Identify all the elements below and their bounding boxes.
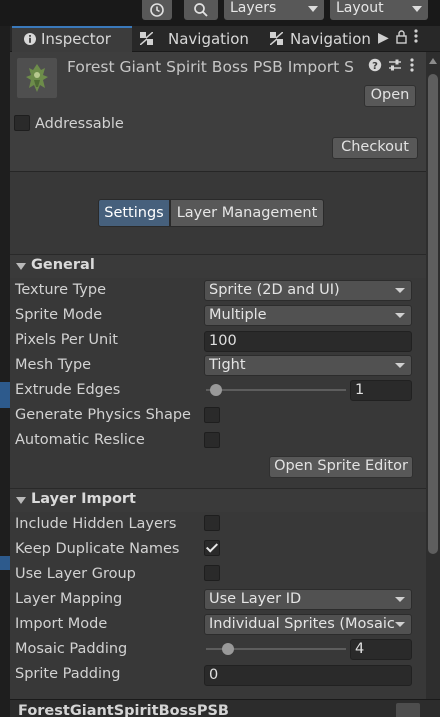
tab-navigation[interactable]: Navigation — [138, 26, 258, 52]
layer-mapping-value: Use Layer ID — [209, 591, 302, 607]
scrollbar-thumb[interactable] — [428, 74, 438, 554]
sprite-padding-label: Sprite Padding — [15, 666, 121, 682]
addressable-checkbox[interactable] — [14, 115, 30, 131]
chevron-down-icon — [395, 363, 405, 368]
general-section-header[interactable]: General — [10, 254, 426, 278]
tab-inspector-label: Inspector — [41, 30, 111, 48]
preview-asset-name: ForestGiantSpiritBossPSB — [18, 703, 229, 717]
scroll-up-arrow-icon[interactable] — [429, 58, 437, 64]
preset-sliders-icon[interactable] — [388, 58, 402, 76]
asset-thumbnail — [17, 58, 57, 98]
sprite-mode-dropdown[interactable]: Multiple — [204, 305, 412, 326]
extrude-edges-field[interactable]: 1 — [350, 380, 412, 401]
sprite-mode-label: Sprite Mode — [15, 307, 103, 323]
chevron-down-icon — [308, 6, 318, 12]
use-layer-group-label: Use Layer Group — [15, 566, 136, 582]
import-mode-label: Import Mode — [15, 616, 108, 632]
keep-duplicate-label: Keep Duplicate Names — [15, 541, 180, 557]
automatic-reslice-label: Automatic Reslice — [15, 432, 145, 448]
asset-title: Forest Giant Spirit Boss PSB Import S — [67, 58, 354, 76]
layers-label: Layers — [230, 0, 277, 16]
tab-layer-management[interactable]: Layer Management — [170, 199, 324, 227]
history-icon — [150, 3, 164, 17]
help-icon[interactable]: ? — [368, 58, 382, 76]
chevron-down-icon — [412, 6, 422, 12]
preview-bar[interactable]: ForestGiantSpiritBossPSB — [10, 699, 440, 717]
sprite-padding-field[interactable]: 0 — [204, 665, 412, 686]
foldout-arrow-icon — [16, 263, 26, 270]
tab-navigation-label: Navigation — [168, 30, 249, 48]
top-toolbar: Layers Layout — [0, 0, 440, 26]
mesh-type-label: Mesh Type — [15, 357, 92, 373]
mosaic-padding-slider-handle[interactable] — [222, 643, 234, 655]
preview-action-icon[interactable] — [396, 703, 420, 717]
general-title: General — [31, 257, 95, 273]
chevron-down-icon — [395, 313, 405, 318]
navigation-icon — [270, 32, 283, 45]
inspector-header: Forest Giant Spirit Boss PSB Import S ? — [10, 52, 426, 172]
forest-giant-icon — [26, 64, 48, 92]
tab-scroll-right-icon[interactable]: ▶ — [378, 26, 389, 50]
chevron-down-icon — [395, 622, 405, 627]
svg-text:?: ? — [372, 61, 378, 72]
addressable-label: Addressable — [35, 116, 124, 132]
extrude-edges-slider[interactable] — [206, 389, 346, 391]
layout-dropdown[interactable]: Layout — [330, 0, 428, 20]
mosaic-padding-label: Mosaic Padding — [15, 641, 128, 657]
tab-navigation-2[interactable]: Navigation — [268, 26, 376, 52]
inspector-scrollbar[interactable] — [426, 52, 440, 699]
inspector-panel: Forest Giant Spirit Boss PSB Import S ? — [10, 52, 426, 699]
kebab-menu-icon[interactable] — [410, 58, 414, 76]
navigation-icon — [140, 32, 153, 45]
mesh-type-dropdown[interactable]: Tight — [204, 355, 412, 376]
checkout-button[interactable]: Checkout — [332, 137, 418, 159]
generate-physics-label: Generate Physics Shape — [15, 407, 191, 423]
info-icon — [24, 33, 36, 45]
sprite-mode-value: Multiple — [209, 307, 267, 323]
pixels-per-unit-field[interactable]: 100 — [204, 331, 412, 352]
layer-mapping-label: Layer Mapping — [15, 591, 123, 607]
tab-bar: Inspector Navigation Navigation ▶ — [10, 26, 440, 52]
open-button[interactable]: Open — [364, 85, 416, 107]
automatic-reslice-checkbox[interactable] — [204, 432, 220, 448]
tab-inspector[interactable]: Inspector — [12, 26, 132, 52]
pixels-per-unit-label: Pixels Per Unit — [15, 332, 118, 348]
lock-icon[interactable] — [396, 28, 407, 52]
use-layer-group-checkbox[interactable] — [204, 565, 220, 581]
layer-import-title: Layer Import — [31, 491, 136, 507]
chevron-down-icon — [395, 597, 405, 602]
layers-dropdown[interactable]: Layers — [224, 0, 324, 20]
texture-type-dropdown[interactable]: Sprite (2D and UI) — [204, 280, 412, 301]
search-icon — [194, 3, 208, 17]
generate-physics-checkbox[interactable] — [204, 407, 220, 423]
mosaic-padding-field[interactable]: 4 — [350, 639, 412, 660]
texture-type-label: Texture Type — [15, 282, 106, 298]
include-hidden-checkbox[interactable] — [204, 515, 220, 531]
tab-settings[interactable]: Settings — [98, 199, 170, 227]
layer-mapping-dropdown[interactable]: Use Layer ID — [204, 589, 412, 610]
import-mode-value: Individual Sprites (Mosaic — [209, 616, 395, 632]
layer-import-section-header[interactable]: Layer Import — [10, 488, 426, 512]
mesh-type-value: Tight — [209, 357, 246, 373]
selected-row-marker — [0, 556, 10, 570]
tab-navigation-2-label: Navigation — [290, 30, 371, 48]
checkmark-icon — [205, 540, 219, 553]
include-hidden-label: Include Hidden Layers — [15, 516, 177, 532]
adjacent-panel-edge — [0, 26, 10, 717]
open-sprite-editor-button[interactable]: Open Sprite Editor — [269, 456, 413, 478]
extrude-edges-slider-handle[interactable] — [209, 384, 222, 396]
selected-row-marker — [0, 382, 10, 408]
layout-label: Layout — [336, 0, 384, 16]
foldout-arrow-icon — [16, 497, 26, 504]
kebab-menu-icon[interactable] — [414, 27, 418, 51]
chevron-down-icon — [395, 288, 405, 293]
history-button[interactable] — [142, 0, 172, 20]
import-mode-dropdown[interactable]: Individual Sprites (Mosaic — [204, 614, 412, 635]
keep-duplicate-checkbox[interactable] — [204, 540, 220, 556]
search-button[interactable] — [184, 0, 218, 20]
texture-type-value: Sprite (2D and UI) — [209, 282, 340, 298]
extrude-edges-label: Extrude Edges — [15, 382, 121, 398]
